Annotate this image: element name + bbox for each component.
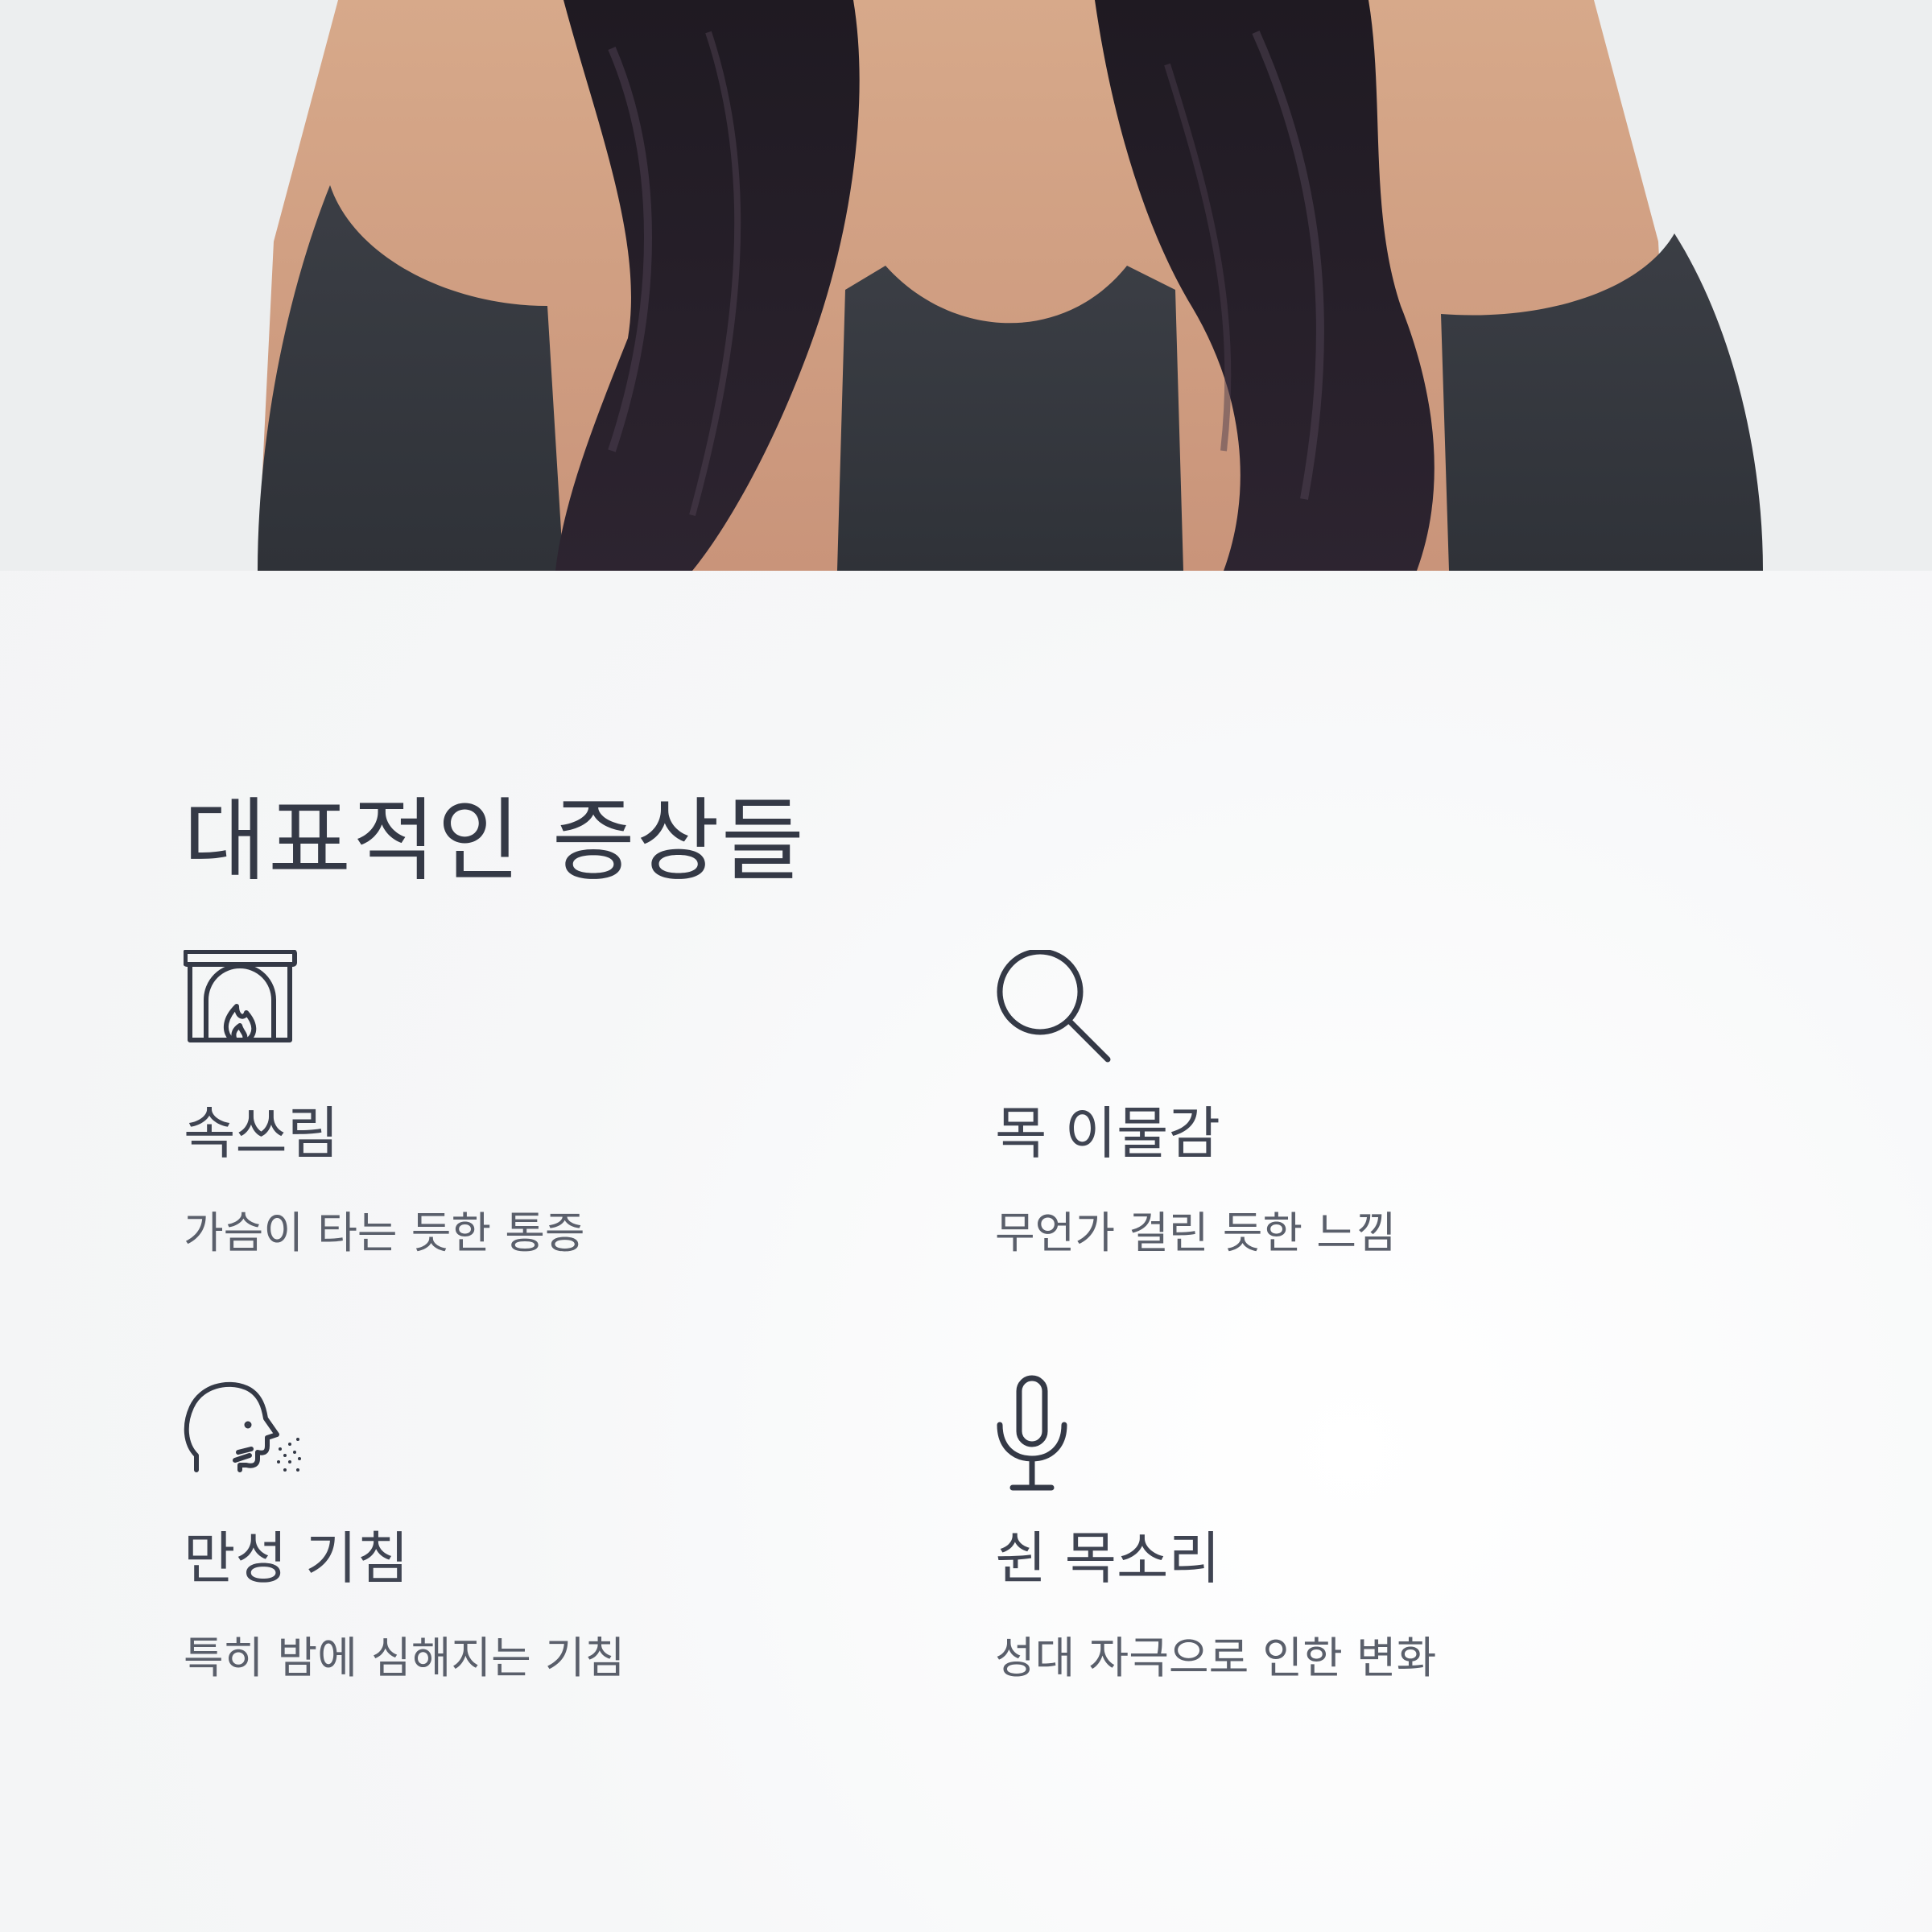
symptom-label: 만성 기침 xyxy=(184,1525,409,1591)
section-title: 대표적인 증상들 xyxy=(184,789,806,894)
search-icon xyxy=(995,950,1116,1071)
symptom-card-hoarse-voice: 쉰 목소리 성대 자극으로 인한 변화 xyxy=(995,1375,1719,1683)
symptom-description: 성대 자극으로 인한 변화 xyxy=(995,1633,1437,1683)
symptom-card-cough: 만성 기침 특히 밤에 심해지는 기침 xyxy=(184,1375,908,1683)
hero-image xyxy=(0,0,1932,571)
symptom-description: 특히 밤에 심해지는 기침 xyxy=(184,1633,625,1683)
microphone-icon xyxy=(995,1375,1116,1496)
symptom-label: 쉰 목소리 xyxy=(995,1525,1220,1591)
fireplace-icon xyxy=(184,950,304,1071)
symptom-card-throat: 목 이물감 무언가 걸린 듯한 느낌 xyxy=(995,950,1719,1258)
symptom-description: 가슴이 타는 듯한 통증 xyxy=(184,1208,585,1258)
symptoms-section: 대표적인 증상들 속쓰림 가슴이 타는 듯한 통증 목 이물감 무언가 걸린 듯… xyxy=(184,789,1748,1683)
symptom-description: 무언가 걸린 듯한 느낌 xyxy=(995,1208,1397,1258)
page: 대표적인 증상들 속쓰림 가슴이 타는 듯한 통증 목 이물감 무언가 걸린 듯… xyxy=(0,0,1932,1932)
symptom-label: 목 이물감 xyxy=(995,1100,1220,1166)
symptom-label: 속쓰림 xyxy=(184,1100,340,1166)
symptom-card-heartburn: 속쓰림 가슴이 타는 듯한 통증 xyxy=(184,950,908,1258)
coughing-head-icon xyxy=(184,1375,304,1496)
